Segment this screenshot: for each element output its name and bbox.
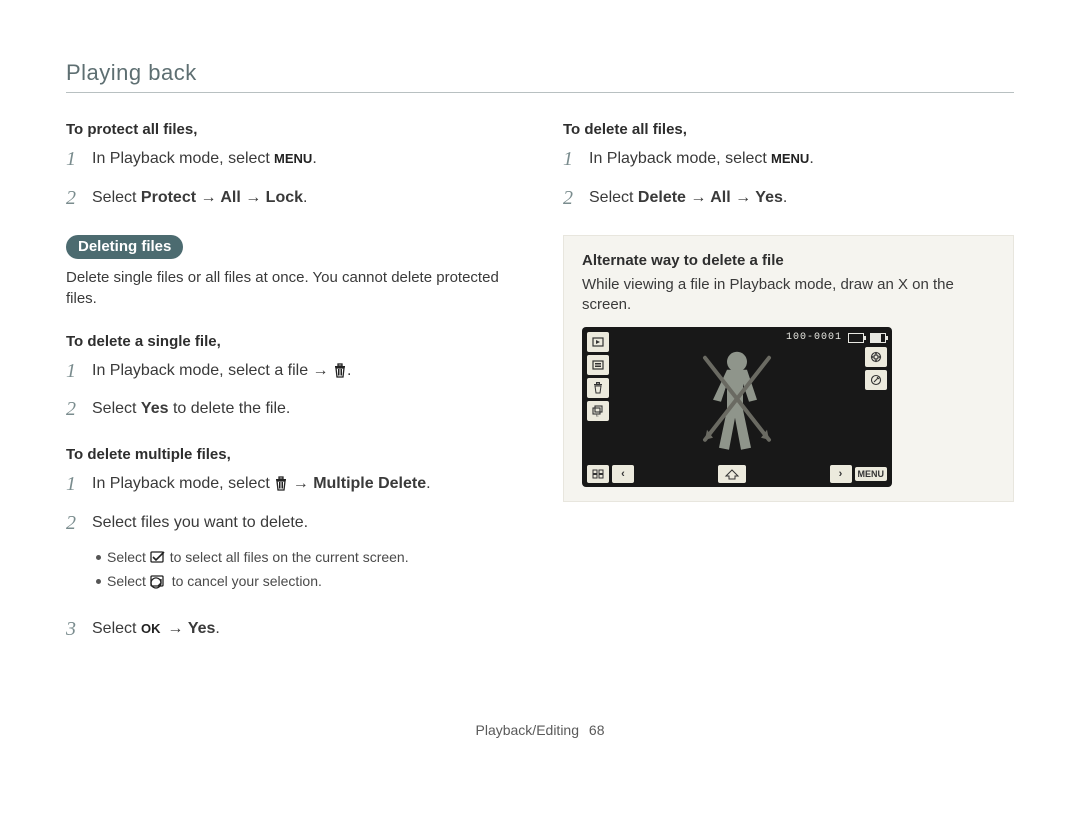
left-column: To protect all files, 1 In Playback mode…: [66, 121, 517, 668]
alternate-delete-box: Alternate way to delete a file While vie…: [563, 235, 1014, 503]
bullet: Select to cancel your selection.: [96, 572, 517, 594]
step-text-suffix: .: [347, 362, 351, 379]
step-text: In Playback mode, select: [92, 150, 274, 167]
menu-icon: MENU: [274, 151, 312, 173]
deselect-icon: [150, 575, 168, 594]
delete-multiple-heading: To delete multiple files,: [66, 446, 517, 463]
battery-icon: [870, 333, 886, 343]
memory-icon: [848, 333, 864, 343]
trash-icon: [274, 476, 288, 498]
step: 2 Select Yes to delete the file.: [66, 398, 517, 420]
manual-page: Playing back To protect all files, 1 In …: [0, 0, 1080, 778]
step-text: In Playback mode, select: [589, 150, 771, 167]
svg-text:OK: OK: [141, 621, 161, 636]
step-text: In Playback mode, select: [92, 475, 274, 492]
page-number: 68: [589, 722, 605, 738]
step-number: 2: [66, 187, 82, 209]
bullet: Select to select all files on the curren…: [96, 548, 517, 570]
info-toggle-icon: [587, 355, 609, 375]
step-text: Select: [92, 400, 141, 417]
bullet-text-suffix: to cancel your selection.: [172, 573, 322, 589]
footer-section: Playback/Editing: [476, 722, 580, 738]
step-path: Protect → All → Lock: [141, 189, 303, 206]
bullet-text-suffix: to select all files on the current scree…: [170, 549, 409, 565]
delete-all-steps: 1 In Playback mode, select MENU . 2 Sele…: [563, 148, 1014, 209]
protect-all-steps: 1 In Playback mode, select MENU . 2 Sele…: [66, 148, 517, 209]
protect-all-heading: To protect all files,: [66, 121, 517, 138]
trash-icon: [333, 363, 347, 385]
trash-button-icon: [587, 378, 609, 398]
step-text: In Playback mode, select a file →: [92, 362, 333, 379]
edit-icon: [865, 370, 887, 390]
step-number: 2: [563, 187, 579, 209]
step-text-suffix: .: [312, 150, 316, 167]
step-number: 1: [563, 148, 579, 170]
step-number: 1: [66, 148, 82, 170]
thumbnail-icon: [587, 465, 609, 483]
alternate-delete-description: While viewing a file in Playback mode, d…: [582, 275, 995, 316]
aperture-icon: [865, 347, 887, 367]
step-path: Delete → All → Yes: [638, 189, 783, 206]
step: 2 Select Delete → All → Yes.: [563, 187, 1014, 209]
delete-single-heading: To delete a single file,: [66, 333, 517, 350]
delete-all-heading: To delete all files,: [563, 121, 1014, 138]
svg-text:E: E: [596, 413, 599, 418]
step-text: Select: [92, 189, 141, 206]
right-column: To delete all files, 1 In Playback mode,…: [563, 121, 1014, 668]
step: 1 In Playback mode, select MENU .: [66, 148, 517, 173]
sub-bullets: Select to select all files on the curren…: [66, 548, 517, 596]
deleting-files-badge: Deleting files: [66, 235, 183, 259]
gesture-x-figure: [677, 340, 797, 460]
slideshow-icon: E: [587, 401, 609, 421]
alternate-delete-title: Alternate way to delete a file: [582, 252, 995, 269]
step-text-suffix: .: [426, 475, 430, 492]
step-yes: Yes: [141, 400, 169, 417]
step-number: 1: [66, 360, 82, 382]
home-up-icon: [718, 465, 746, 483]
step: 1 In Playback mode, select MENU .: [563, 148, 1014, 173]
delete-single-steps: 1 In Playback mode, select a file → . 2 …: [66, 360, 517, 421]
preview-status-bar: 100-0001: [786, 332, 886, 343]
step-text: Select: [589, 189, 638, 206]
deleting-files-description: Delete single files or all files at once…: [66, 267, 517, 309]
menu-icon: MENU: [771, 151, 809, 173]
step-arrow: →: [288, 475, 313, 492]
step-text-suffix: to delete the file.: [169, 400, 291, 417]
page-footer: Playback/Editing 68: [66, 722, 1014, 738]
preview-menu-button: MENU: [855, 467, 888, 481]
bullet-text: Select: [107, 573, 150, 589]
camera-screen-preview: E 100-0001: [582, 327, 892, 487]
step-arrow: →: [163, 620, 188, 637]
step-text-suffix: .: [783, 189, 787, 206]
step: 1 In Playback mode, select → Multiple De…: [66, 473, 517, 498]
step: 2 Select files you want to delete. Selec…: [66, 512, 517, 604]
ok-icon: OK: [141, 621, 163, 643]
next-arrow-icon: ›: [830, 465, 852, 483]
step-text-suffix: .: [303, 189, 307, 206]
step-text: Select: [92, 620, 141, 637]
step: 2 Select Protect → All → Lock.: [66, 187, 517, 209]
select-all-icon: [150, 551, 166, 570]
step-number: 1: [66, 473, 82, 495]
bullet-text: Select: [107, 549, 150, 565]
step-number: 3: [66, 618, 82, 640]
svg-text:MENU: MENU: [274, 151, 312, 166]
step-yes: Yes: [188, 620, 216, 637]
play-mode-icon: [587, 332, 609, 352]
prev-arrow-icon: ‹: [612, 465, 634, 483]
step-text-suffix: .: [809, 150, 813, 167]
svg-text:MENU: MENU: [771, 151, 809, 166]
step-number: 2: [66, 398, 82, 420]
step-text-suffix: .: [215, 620, 219, 637]
step-path: Multiple Delete: [313, 475, 426, 492]
step-text: Select files you want to delete.: [92, 512, 517, 534]
step: 1 In Playback mode, select a file → .: [66, 360, 517, 385]
step-number: 2: [66, 512, 82, 534]
delete-multiple-steps: 1 In Playback mode, select → Multiple De…: [66, 473, 517, 642]
page-header: Playing back: [66, 60, 1014, 93]
two-column-layout: To protect all files, 1 In Playback mode…: [66, 121, 1014, 668]
step: 3 Select OK → Yes.: [66, 618, 517, 643]
